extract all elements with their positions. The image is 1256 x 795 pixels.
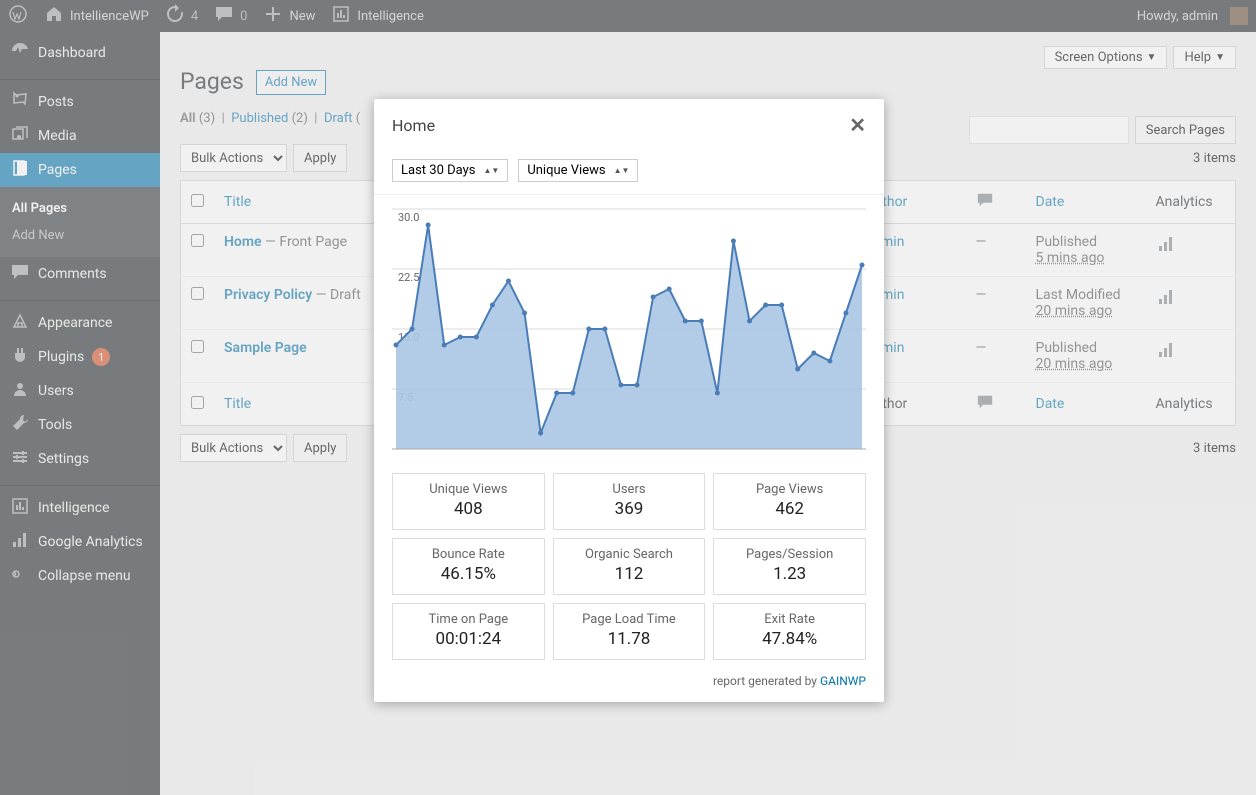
close-icon[interactable]: ✕	[849, 113, 866, 137]
metric-card: Organic Search112	[553, 538, 706, 595]
metric-card: Unique Views408	[392, 473, 545, 530]
analytics-modal: Home ✕ Last 30 Days▲▼ Unique Views▲▼ 30.…	[374, 99, 884, 702]
metric-card: Users369	[553, 473, 706, 530]
metric-select[interactable]: Unique Views▲▼	[518, 159, 638, 182]
metric-card: Bounce Rate46.15%	[392, 538, 545, 595]
svg-text:30.0: 30.0	[398, 211, 419, 224]
metric-card: Pages/Session1.23	[713, 538, 866, 595]
date-range-select[interactable]: Last 30 Days▲▼	[392, 159, 508, 182]
metric-card: Page Views462	[713, 473, 866, 530]
metric-card: Page Load Time11.78	[553, 603, 706, 660]
svg-text:22.5: 22.5	[398, 271, 419, 284]
gainwp-link[interactable]: GAINWP	[820, 674, 866, 688]
modal-title: Home	[392, 116, 435, 135]
analytics-chart: 30.022.515.07.5	[392, 199, 866, 459]
metric-card: Exit Rate47.84%	[713, 603, 866, 660]
metric-card: Time on Page00:01:24	[392, 603, 545, 660]
